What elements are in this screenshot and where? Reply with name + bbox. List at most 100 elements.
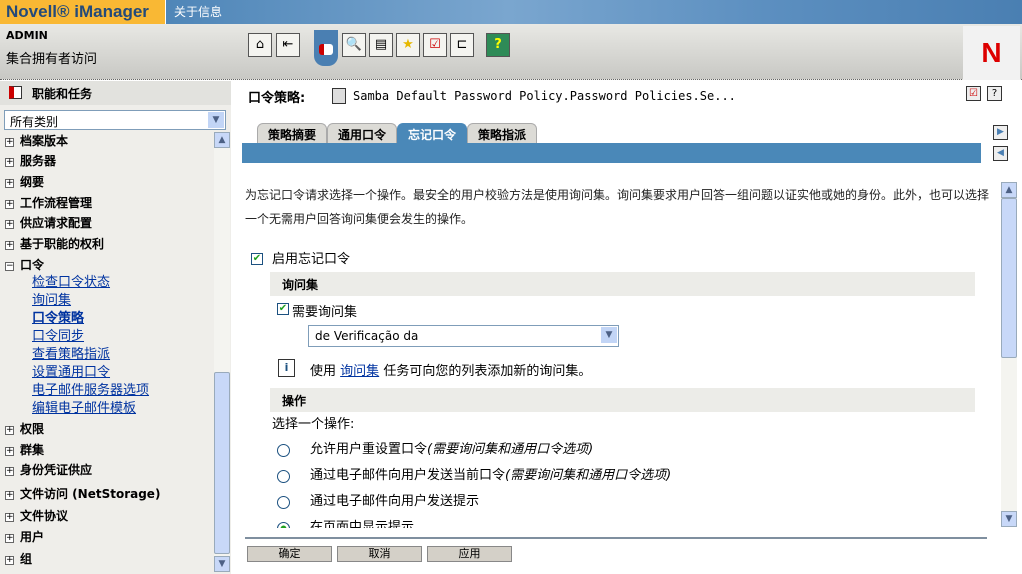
expand-icon[interactable]: + bbox=[5, 513, 14, 522]
tree-group[interactable]: + 身份凭证供应 bbox=[5, 461, 92, 478]
expand-icon[interactable]: + bbox=[5, 138, 14, 147]
content-area: 为忘记口令请求选择一个操作。最安全的用户校验方法是使用询问集。询问集要求用户回答… bbox=[242, 180, 1000, 528]
tree-task-link[interactable]: 设置通用口令 bbox=[32, 361, 110, 380]
option-text: 通过电子邮件向用户发送当前口令 bbox=[310, 468, 506, 483]
exit-icon[interactable]: ⇤ bbox=[276, 33, 300, 57]
tree-group[interactable]: + 权限 bbox=[5, 420, 44, 437]
tree-group-label: 文件访问 (NetStorage) bbox=[20, 487, 161, 501]
task-list-icon[interactable]: ☑ bbox=[966, 86, 981, 101]
scroll-thumb[interactable] bbox=[1001, 198, 1017, 358]
chevron-down-icon[interactable]: ▼ bbox=[601, 327, 617, 343]
tree-group[interactable]: + 服务器 bbox=[5, 152, 56, 169]
tree-group[interactable]: + 纲要 bbox=[5, 173, 44, 190]
apply-button[interactable]: 应用 bbox=[427, 546, 512, 562]
tab-policy-summary[interactable]: 策略摘要 bbox=[257, 123, 328, 143]
page-title: 口令策略: bbox=[248, 91, 306, 106]
about-link[interactable]: 关于信息 bbox=[174, 3, 222, 20]
favorites-icon[interactable]: ★ bbox=[396, 33, 420, 57]
tree-group-label: 群集 bbox=[20, 443, 45, 457]
tree-group[interactable]: + 档案版本 bbox=[5, 132, 68, 149]
expand-icon[interactable]: + bbox=[5, 200, 14, 209]
collapse-icon[interactable]: − bbox=[5, 262, 14, 271]
tasks-list-icon[interactable]: ☑ bbox=[423, 33, 447, 57]
configure-icon[interactable]: ▤ bbox=[369, 33, 393, 57]
tree-task-link[interactable]: 编辑电子邮件模板 bbox=[32, 397, 136, 416]
tree-group[interactable]: + 供应请求配置 bbox=[5, 214, 92, 231]
chevron-down-icon[interactable]: ▼ bbox=[208, 112, 224, 128]
tree-group-label: 纲要 bbox=[20, 175, 45, 189]
action-radio[interactable] bbox=[277, 444, 290, 457]
tree-task-link[interactable]: 检查口令状态 bbox=[32, 271, 110, 290]
novell-n-logo: N bbox=[963, 26, 1020, 80]
tree-group-label: 口令 bbox=[20, 258, 45, 272]
tree-group-label: 基于职能的权利 bbox=[20, 237, 105, 251]
expand-icon[interactable]: + bbox=[5, 556, 14, 565]
action-radio[interactable] bbox=[277, 496, 290, 509]
tab-policy-assignment[interactable]: 策略指派 bbox=[467, 123, 538, 143]
tree-group[interactable]: + 工作流程管理 bbox=[5, 194, 92, 211]
require-questions-checkbox[interactable]: ✔ bbox=[277, 303, 289, 315]
password-policy-icon bbox=[332, 88, 346, 104]
tree-group-label: 权限 bbox=[20, 422, 45, 436]
page-title-text: 口令策略 bbox=[248, 91, 301, 106]
expand-icon[interactable]: + bbox=[5, 491, 14, 500]
view-objects-icon[interactable]: 🔍 bbox=[342, 33, 366, 57]
action-option-label: 在页面中显示提示 bbox=[310, 516, 414, 528]
cancel-button[interactable]: 取消 bbox=[337, 546, 422, 562]
scroll-thumb[interactable] bbox=[214, 372, 230, 554]
roles-tasks-icon[interactable] bbox=[314, 30, 338, 66]
tree-group[interactable]: + 群集 bbox=[5, 441, 44, 458]
expand-icon[interactable]: + bbox=[5, 447, 14, 456]
help-icon[interactable]: ? bbox=[987, 86, 1002, 101]
tree-group[interactable]: + 组 bbox=[5, 550, 32, 567]
category-select[interactable]: 所有类别 ▼ bbox=[4, 110, 226, 130]
expand-icon[interactable]: + bbox=[5, 534, 14, 543]
sidebar-scrollbar[interactable]: ▲ ▼ bbox=[214, 132, 230, 572]
tree-task-link[interactable]: 电子邮件服务器选项 bbox=[32, 379, 149, 398]
scroll-up-icon[interactable]: ▲ bbox=[214, 132, 230, 148]
tab-next-icon[interactable]: ▶ bbox=[993, 125, 1008, 140]
tree-task-link[interactable]: 询问集 bbox=[32, 289, 71, 308]
expand-icon[interactable]: + bbox=[5, 467, 14, 476]
tree-group-label: 档案版本 bbox=[20, 134, 69, 148]
tree-task-link[interactable]: 口令策略 bbox=[32, 307, 84, 326]
tab-forgotten-password[interactable]: 忘记口令 bbox=[397, 123, 468, 143]
tree-group[interactable]: + 基于职能的权利 bbox=[5, 235, 104, 252]
header bbox=[0, 24, 1022, 80]
description: 为忘记口令请求选择一个操作。最安全的用户校验方法是使用询问集。询问集要求用户回答… bbox=[245, 188, 990, 226]
expand-icon[interactable]: + bbox=[5, 220, 14, 229]
network-icon[interactable]: ⊏ bbox=[450, 33, 474, 57]
expand-icon[interactable]: + bbox=[5, 179, 14, 188]
tree-group-label: 用户 bbox=[20, 530, 45, 544]
tree-group-label: 文件协议 bbox=[20, 509, 69, 523]
enable-forgotten-checkbox[interactable]: ✔ bbox=[251, 253, 263, 265]
tree-group[interactable]: + 文件访问 (NetStorage) bbox=[5, 485, 160, 502]
action-radio[interactable] bbox=[277, 522, 290, 528]
scroll-down-icon[interactable]: ▼ bbox=[214, 556, 230, 572]
ok-button[interactable]: 确定 bbox=[247, 546, 332, 562]
action-radio[interactable] bbox=[277, 470, 290, 483]
info-icon: i bbox=[278, 359, 295, 377]
tab-universal-password[interactable]: 通用口令 bbox=[327, 123, 398, 143]
tree-group[interactable]: + 文件协议 bbox=[5, 507, 68, 524]
question-set-select[interactable]: de Verificação da ▼ bbox=[308, 325, 619, 347]
home-icon[interactable]: ⌂ bbox=[248, 33, 272, 57]
logo-text: Novell® iManager bbox=[6, 2, 149, 21]
option-note: (需要询问集和通用口令选项) bbox=[505, 468, 672, 483]
scroll-up-icon[interactable]: ▲ bbox=[1001, 182, 1017, 198]
tree-group-label: 组 bbox=[20, 552, 33, 566]
tree-task-link[interactable]: 查看策略指派 bbox=[32, 343, 110, 362]
object-name: Samba Default Password Policy.Password P… bbox=[353, 89, 736, 103]
scroll-down-icon[interactable]: ▼ bbox=[1001, 511, 1017, 527]
content-scrollbar[interactable]: ▲ ▼ bbox=[1001, 182, 1017, 527]
expand-icon[interactable]: + bbox=[5, 426, 14, 435]
expand-icon[interactable]: + bbox=[5, 158, 14, 167]
option-note: (需要询问集和通用口令选项) bbox=[427, 442, 594, 457]
tree-group[interactable]: + 用户 bbox=[5, 528, 44, 545]
question-sets-link[interactable]: 询问集 bbox=[340, 364, 379, 379]
tree-task-link[interactable]: 口令同步 bbox=[32, 325, 84, 344]
help-icon[interactable]: ? bbox=[486, 33, 510, 57]
choose-action-label: 选择一个操作: bbox=[272, 417, 355, 432]
tab-prev-icon[interactable]: ◀ bbox=[993, 146, 1008, 161]
expand-icon[interactable]: + bbox=[5, 241, 14, 250]
